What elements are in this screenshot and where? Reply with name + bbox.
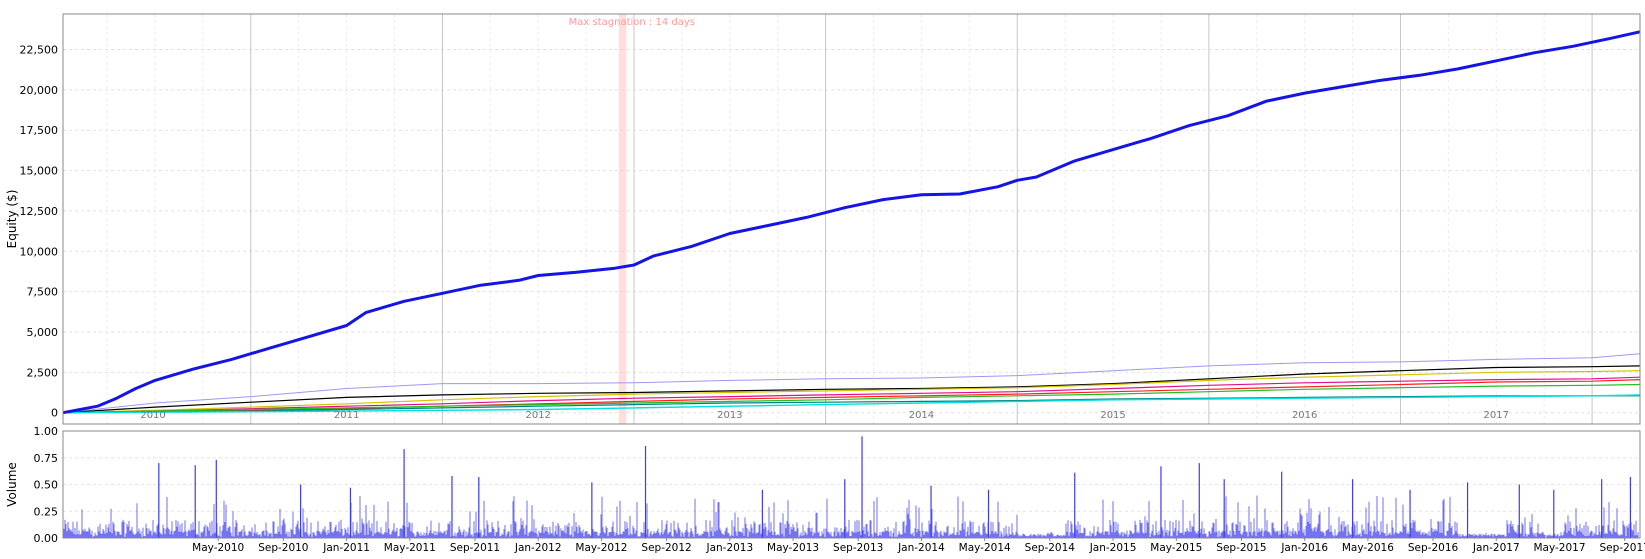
year-label: 2015 [1100,410,1125,421]
x-tick-label: Jan-2017 [1472,542,1520,554]
y-axis-title: Equity ($) [5,190,19,249]
volume-y-tick-label: 0.75 [34,452,59,465]
volume-chart: 0.00 0.25 0.50 0.75 1.00 May-2010 Sep-2010 Jan-… [5,425,1645,554]
equity-chart-panel: 0 2,500 5,000 7,500 10,000 12,500 15,000 17,500… [0,0,1645,555]
x-tick-label: May-2015 [1150,542,1202,554]
year-label: 2012 [525,410,550,421]
x-tick-label: Sep-2017 [1600,542,1645,554]
plot-area [63,14,1640,424]
y-tick-label: 15,000 [20,165,59,178]
volume-y-tick-label: 0.00 [34,532,59,545]
volume-y-tick-label: 0.25 [34,505,59,518]
x-tick-label: Jan-2015 [1089,542,1137,554]
y-tick-label: 0 [51,407,58,420]
y-tick-label: 5,000 [27,326,59,339]
chart-canvas: 0 2,500 5,000 7,500 10,000 12,500 15,000 17,500… [5,13,1645,554]
x-tick-label: Jan-2016 [1280,542,1328,554]
x-tick-label: May-2014 [959,542,1011,554]
y-tick-label: 2,500 [27,366,59,379]
x-tick-label: Sep-2015 [1216,542,1266,554]
x-tick-label: May-2017 [1533,542,1585,554]
y-tick-label: 12,500 [20,205,59,218]
x-tick-label: May-2013 [767,542,819,554]
year-label: 2010 [140,410,165,421]
x-tick-label: May-2010 [192,542,244,554]
year-label: 2017 [1484,410,1509,421]
x-tick-label: Sep-2013 [833,542,883,554]
volume-axis-title: Volume [5,462,19,507]
x-tick-label: Jan-2012 [514,542,562,554]
year-label: 2016 [1292,410,1317,421]
y-tick-label: 17,500 [20,124,59,137]
x-tick-label: May-2012 [575,542,627,554]
year-label: 2013 [717,410,742,421]
x-tick-label: Sep-2016 [1408,542,1459,554]
stagnation-band [618,14,627,424]
stagnation-label: Max stagnation : 14 days [569,17,695,28]
x-tick-label: May-2016 [1342,542,1394,554]
volume-y-tick-label: 0.50 [34,479,59,492]
y-tick-label: 22,500 [20,44,59,57]
year-label: 2011 [334,410,359,421]
y-tick-label: 20,000 [20,84,59,97]
x-tick-label: Sep-2010 [258,542,308,554]
equity-chart: 0 2,500 5,000 7,500 10,000 12,500 15,000 17,500… [5,13,1641,425]
x-tick-label: Jan-2013 [705,542,753,554]
y-tick-label: 7,500 [27,286,59,299]
volume-y-tick-label: 1.00 [34,425,59,438]
y-tick-label: 10,000 [20,245,59,258]
x-tick-label: Jan-2011 [322,542,370,554]
x-tick-label: Sep-2014 [1025,542,1076,554]
year-label: 2014 [909,410,934,421]
x-tick-label: Sep-2011 [450,542,500,554]
x-tick-label: Sep-2012 [641,542,691,554]
x-tick-label: May-2011 [384,542,436,554]
x-tick-label: Jan-2014 [897,542,945,554]
